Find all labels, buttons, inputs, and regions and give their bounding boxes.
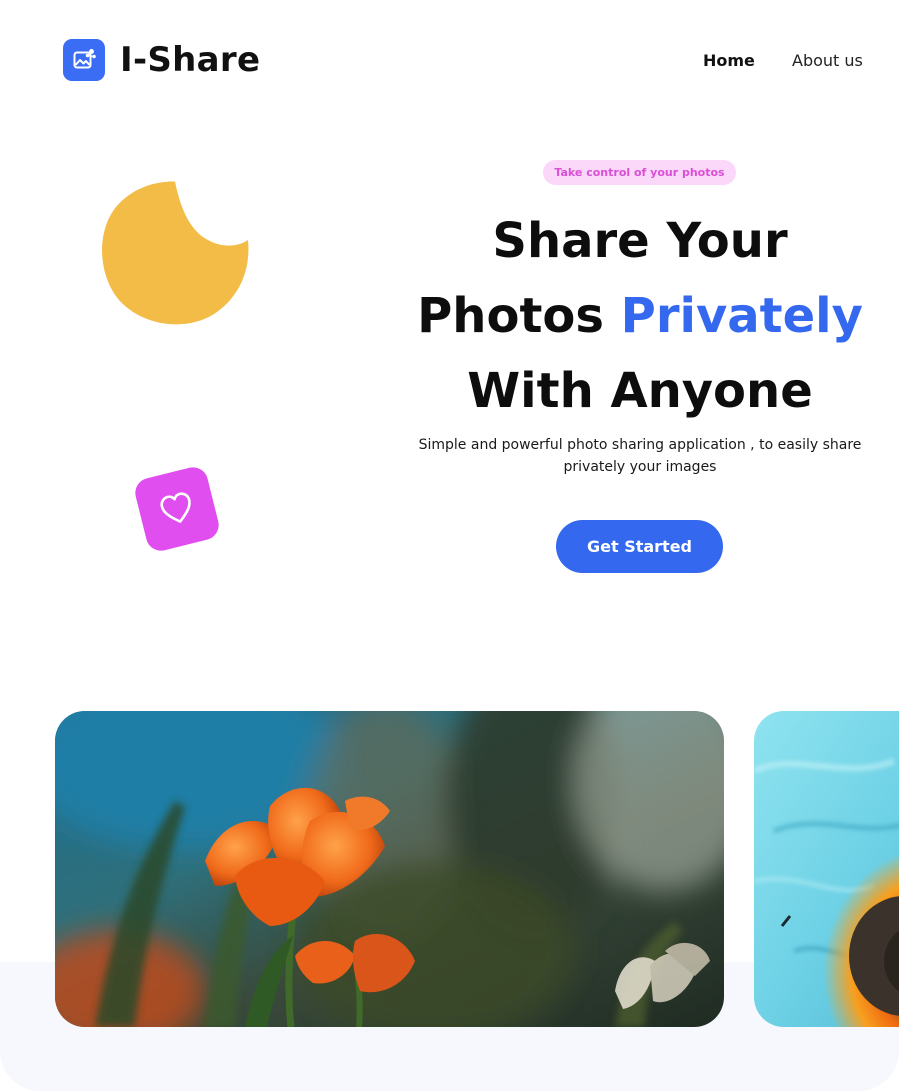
gallery-photo-tulips[interactable] (55, 711, 724, 1027)
tagline-badge: Take control of your photos (543, 160, 736, 185)
nav-home[interactable]: Home (703, 50, 755, 72)
hero-title-line-2: Photos Privately (395, 279, 885, 354)
hero-title-prefix: Photos (417, 288, 604, 344)
nav-about-us[interactable]: About us (792, 50, 863, 72)
abstract-texture-image (754, 711, 899, 1027)
hero-title-accent: Privately (620, 288, 863, 344)
get-started-button[interactable]: Get Started (556, 520, 723, 573)
gallery-photo-abstract[interactable] (754, 711, 899, 1027)
logo-icon[interactable] (63, 39, 105, 81)
brand-name[interactable]: I-Share (120, 38, 260, 82)
crescent-moon-shape (102, 181, 249, 325)
tulips-image (55, 711, 724, 1027)
landing-page: I-Share Home About us Take control of yo… (0, 0, 899, 1091)
hero-title: Share Your Photos Privately With Anyone (395, 204, 885, 429)
hero-subtitle: Simple and powerful photo sharing applic… (418, 437, 862, 475)
hero-title-line-3: With Anyone (467, 363, 813, 419)
hero-title-line-1: Share Your (492, 213, 788, 269)
image-share-icon (73, 49, 96, 69)
heart-icon (135, 467, 219, 551)
